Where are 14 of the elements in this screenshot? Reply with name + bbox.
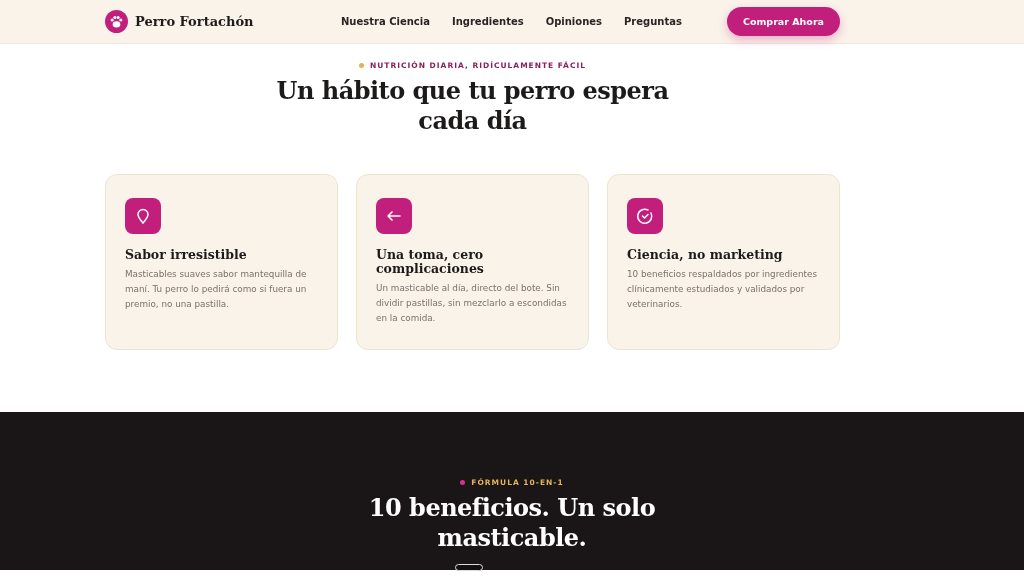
card-title: Sabor irresistible	[125, 248, 248, 262]
nav-link[interactable]: Preguntas	[624, 16, 682, 27]
card-text: 10 beneficios respaldados por ingredientes clínicamente estudiados y validados por veterinarios.	[627, 268, 818, 311]
section-heading: 10 beneficios. Un solo masticable.	[367, 493, 657, 553]
nav-link[interactable]: Opiniones	[545, 16, 602, 27]
card-text: Un masticable al día, directo del bote. Sin dividir pastillas, sin mezclarlo a escondidas en la comida.	[376, 282, 568, 325]
section-heading: Un hábito que tu perro espera cada día	[275, 76, 670, 136]
buy-button[interactable]: Comprar Ahora	[726, 7, 840, 36]
brand-name: Perro Fortachón	[135, 14, 254, 29]
card-text: Masticables suaves sabor mantequilla de maní. Tu perro lo pedirá como si fuera un premio, no una pastilla.	[125, 268, 308, 311]
nav-link[interactable]: Nuestra Ciencia	[341, 16, 430, 27]
card-title: Ciencia, no marketing	[627, 248, 784, 262]
card-title: Una toma, cero complicaciones	[376, 248, 485, 276]
nav-link[interactable]: Ingredientes	[451, 16, 524, 27]
